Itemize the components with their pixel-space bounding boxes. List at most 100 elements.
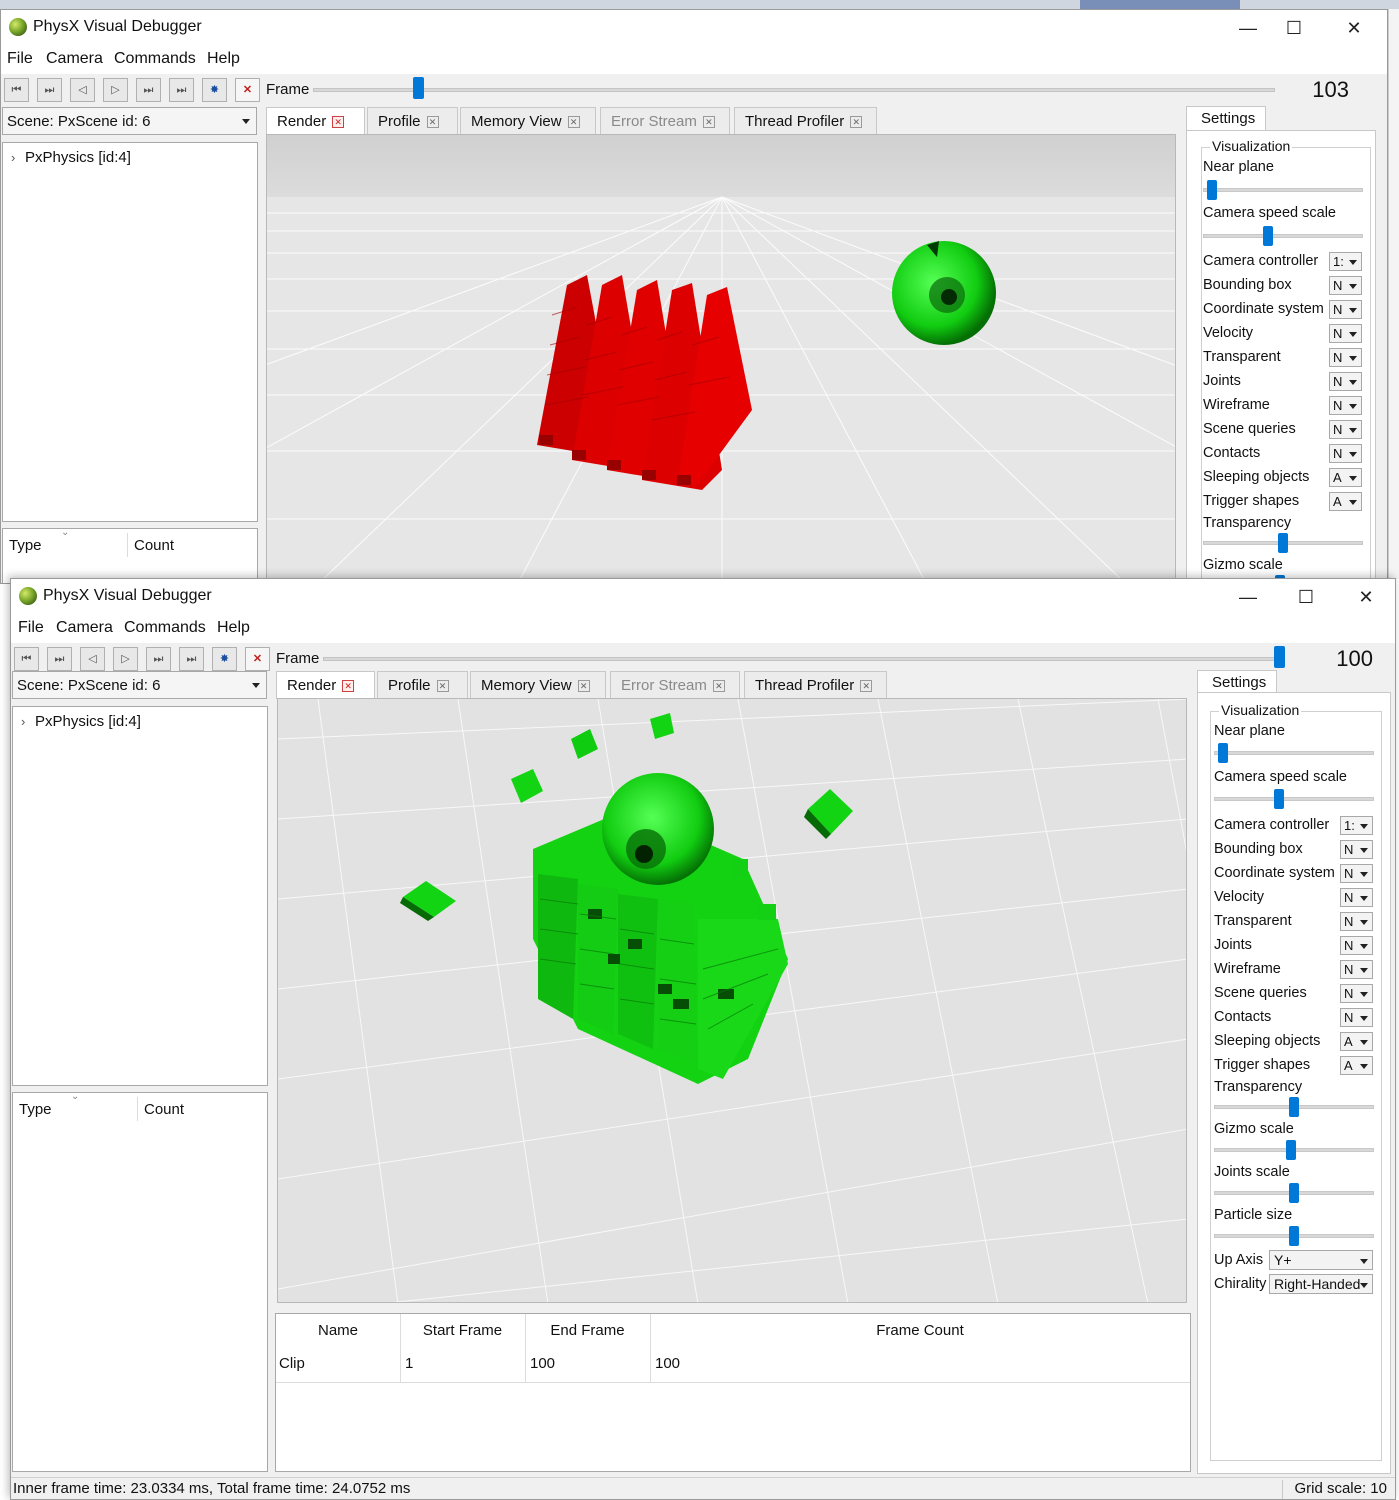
- column-separator[interactable]: [127, 533, 128, 557]
- camera-controller-select[interactable]: 1:: [1340, 816, 1373, 835]
- close-tab-icon[interactable]: ✕: [567, 116, 580, 129]
- render-viewport[interactable]: [277, 698, 1187, 1303]
- clip-frame-count-cell[interactable]: 100: [655, 1355, 680, 1372]
- wireframe-select[interactable]: N: [1329, 396, 1362, 415]
- close-tab-icon[interactable]: ✕: [332, 116, 345, 129]
- disconnect-icon[interactable]: ✕: [235, 78, 260, 102]
- frame-slider-thumb[interactable]: [413, 77, 424, 99]
- tab-profile[interactable]: Profile ✕: [367, 107, 458, 135]
- close-tab-icon[interactable]: ✕: [712, 680, 725, 693]
- frame-slider[interactable]: [323, 657, 1285, 661]
- next-marker-icon[interactable]: ⏭: [136, 78, 161, 102]
- prev-marker-icon[interactable]: ⏭: [47, 647, 72, 671]
- title-bar[interactable]: PhysX Visual Debugger — ☐ ✕: [1, 10, 1387, 46]
- menu-file[interactable]: File: [7, 50, 33, 68]
- tab-error-stream[interactable]: Error Stream ✕: [610, 671, 740, 699]
- scene-queries-select[interactable]: N: [1329, 420, 1362, 439]
- step-back-icon[interactable]: ◁: [70, 78, 95, 102]
- play-icon[interactable]: ▷: [113, 647, 138, 671]
- tab-memory-view[interactable]: Memory View ✕: [470, 671, 606, 699]
- tab-render[interactable]: Render ✕: [266, 107, 365, 135]
- tab-thread-profiler[interactable]: Thread Profiler ✕: [734, 107, 877, 135]
- frame-count-column-header[interactable]: Frame Count: [650, 1322, 1190, 1339]
- tab-thread-profiler[interactable]: Thread Profiler ✕: [744, 671, 887, 699]
- clip-start-frame-cell[interactable]: 1: [405, 1355, 413, 1372]
- scene-queries-select[interactable]: N: [1340, 984, 1373, 1003]
- start-frame-column-header[interactable]: Start Frame: [400, 1322, 525, 1339]
- clip-name-cell[interactable]: Clip: [279, 1355, 305, 1372]
- close-tab-icon[interactable]: ✕: [426, 116, 439, 129]
- close-tab-icon[interactable]: ✕: [860, 680, 873, 693]
- type-column-header[interactable]: Type: [9, 537, 42, 554]
- camera-speed-scale-slider-thumb[interactable]: [1274, 789, 1284, 809]
- tab-error-stream[interactable]: Error Stream ✕: [600, 107, 730, 135]
- go-to-start-icon[interactable]: ⏮: [4, 78, 29, 102]
- bounding-box-select[interactable]: N: [1340, 840, 1373, 859]
- menu-commands[interactable]: Commands: [114, 50, 196, 68]
- minimize-button[interactable]: —: [1225, 582, 1271, 612]
- near-plane-slider[interactable]: [1214, 751, 1374, 755]
- coordinate-system-select[interactable]: N: [1329, 300, 1362, 319]
- chirality-select[interactable]: Right-Handed: [1269, 1274, 1373, 1294]
- gizmo-scale-slider-thumb[interactable]: [1286, 1140, 1296, 1160]
- joints-select[interactable]: N: [1340, 936, 1373, 955]
- settings-tab[interactable]: Settings: [1197, 670, 1277, 694]
- trigger-shapes-select[interactable]: A: [1329, 492, 1362, 511]
- joints-select[interactable]: N: [1329, 372, 1362, 391]
- camera-speed-scale-slider[interactable]: [1214, 797, 1374, 801]
- name-column-header[interactable]: Name: [276, 1322, 400, 1339]
- contacts-select[interactable]: N: [1329, 444, 1362, 463]
- next-marker-icon[interactable]: ⏭: [146, 647, 171, 671]
- go-to-start-icon[interactable]: ⏮: [14, 647, 39, 671]
- contacts-select[interactable]: N: [1340, 1008, 1373, 1027]
- prev-marker-icon[interactable]: ⏭: [37, 78, 62, 102]
- scene-select[interactable]: Scene: PxScene id: 6: [2, 107, 257, 135]
- frame-slider[interactable]: [313, 88, 1275, 92]
- sleeping-objects-select[interactable]: A: [1329, 468, 1362, 487]
- menu-camera[interactable]: Camera: [56, 619, 113, 637]
- menu-help[interactable]: Help: [217, 619, 250, 637]
- maximize-button[interactable]: ☐: [1283, 582, 1329, 612]
- wireframe-select[interactable]: N: [1340, 960, 1373, 979]
- connect-icon[interactable]: ✸: [202, 78, 227, 102]
- play-icon[interactable]: ▷: [103, 78, 128, 102]
- connect-icon[interactable]: ✸: [212, 647, 237, 671]
- object-tree[interactable]: › PxPhysics [id:4]: [12, 706, 268, 1086]
- menu-help[interactable]: Help: [207, 50, 240, 68]
- close-button[interactable]: ✕: [1343, 582, 1389, 612]
- transparent-select[interactable]: N: [1340, 912, 1373, 931]
- velocity-select[interactable]: N: [1340, 888, 1373, 907]
- menu-camera[interactable]: Camera: [46, 50, 103, 68]
- type-column-header[interactable]: Type: [19, 1101, 52, 1118]
- menu-file[interactable]: File: [18, 619, 44, 637]
- title-bar[interactable]: PhysX Visual Debugger — ☐ ✕: [11, 579, 1395, 615]
- near-plane-slider-thumb[interactable]: [1218, 743, 1228, 763]
- end-frame-column-header[interactable]: End Frame: [525, 1322, 650, 1339]
- coordinate-system-select[interactable]: N: [1340, 864, 1373, 883]
- joints-scale-slider-thumb[interactable]: [1289, 1183, 1299, 1203]
- transparent-select[interactable]: N: [1329, 348, 1362, 367]
- disconnect-icon[interactable]: ✕: [245, 647, 270, 671]
- close-tab-icon[interactable]: ✕: [577, 680, 590, 693]
- near-plane-slider-thumb[interactable]: [1207, 180, 1217, 200]
- go-to-end-icon[interactable]: ⏭: [169, 78, 194, 102]
- up-axis-select[interactable]: Y+: [1269, 1250, 1373, 1270]
- near-plane-slider[interactable]: [1203, 188, 1363, 192]
- count-column-header[interactable]: Count: [134, 537, 174, 554]
- transparency-slider-thumb[interactable]: [1278, 533, 1288, 553]
- menu-commands[interactable]: Commands: [124, 619, 206, 637]
- camera-speed-scale-slider[interactable]: [1203, 234, 1363, 238]
- tab-memory-view[interactable]: Memory View ✕: [460, 107, 596, 135]
- particle-size-slider-thumb[interactable]: [1289, 1226, 1299, 1246]
- tree-item-pxphysics[interactable]: › PxPhysics [id:4]: [11, 149, 131, 166]
- minimize-button[interactable]: —: [1225, 13, 1271, 43]
- object-tree[interactable]: › PxPhysics [id:4]: [2, 142, 258, 522]
- render-viewport[interactable]: [266, 134, 1176, 583]
- close-tab-icon[interactable]: ✕: [436, 680, 449, 693]
- close-button[interactable]: ✕: [1331, 13, 1377, 43]
- sleeping-objects-select[interactable]: A: [1340, 1032, 1373, 1051]
- count-column-header[interactable]: Count: [144, 1101, 184, 1118]
- go-to-end-icon[interactable]: ⏭: [179, 647, 204, 671]
- trigger-shapes-select[interactable]: A: [1340, 1056, 1373, 1075]
- camera-controller-select[interactable]: 1:: [1329, 252, 1362, 271]
